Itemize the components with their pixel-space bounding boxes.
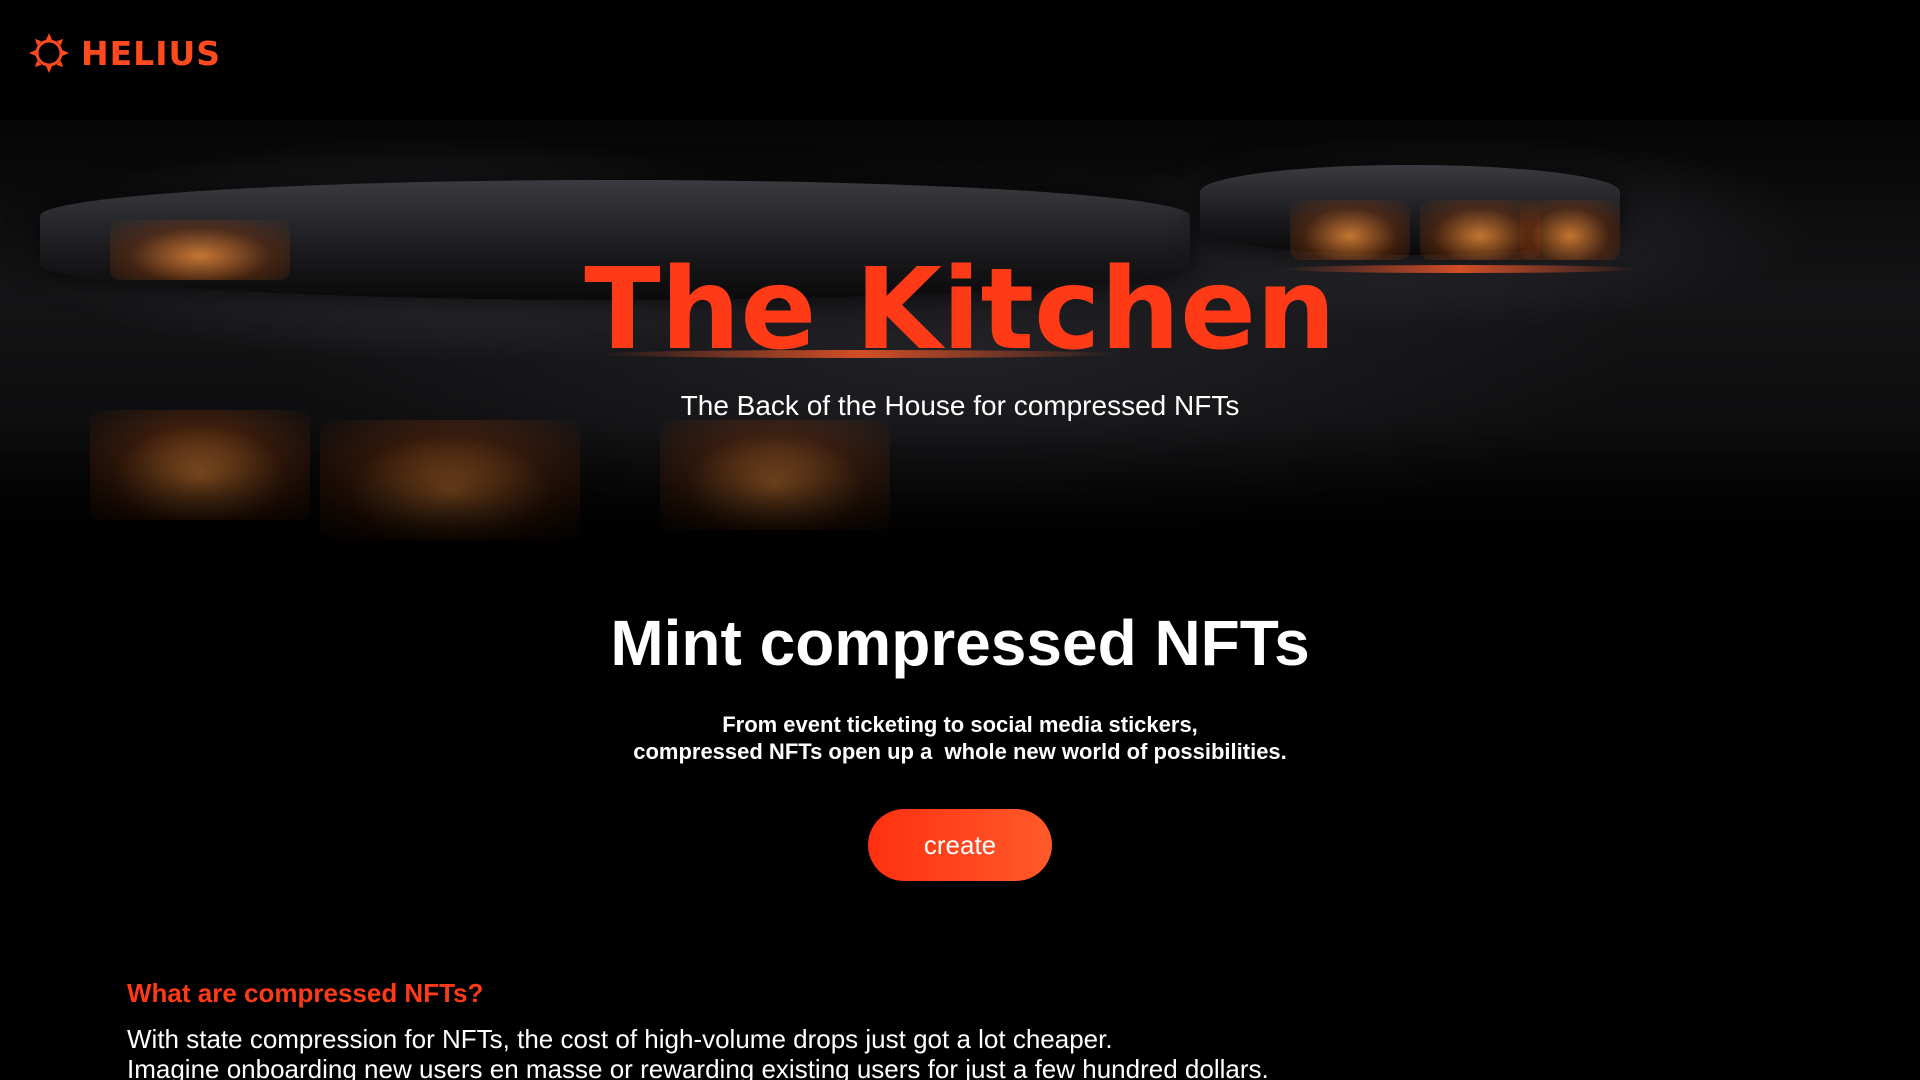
oven-light: [660, 420, 890, 530]
mint-heading: Mint compressed NFTs: [610, 607, 1310, 679]
oven-light: [320, 420, 580, 540]
faq-answer-line: With state compression for NFTs, the cos…: [127, 1024, 1113, 1054]
faq-answer: With state compression for NFTs, the cos…: [127, 1024, 1527, 1080]
mint-description-line: From event ticketing to social media sti…: [722, 712, 1198, 737]
create-button[interactable]: create: [868, 809, 1052, 881]
mint-description-line: compressed NFTs open up a whole new worl…: [633, 739, 1287, 764]
hero-subtitle: The Back of the House for compressed NFT…: [680, 390, 1240, 421]
faq-question: What are compressed NFTs?: [127, 978, 484, 1008]
oven-light: [90, 410, 310, 520]
brand-name: HELIUS: [81, 33, 222, 73]
hero-title: The Kitchen: [584, 245, 1336, 375]
page: HELIUS The Kitchen The Back of the House…: [0, 0, 1920, 1080]
helius-sunburst-icon: [29, 33, 69, 73]
header-logo[interactable]: HELIUS: [27, 30, 221, 76]
mint-description: From event ticketing to social media sti…: [0, 711, 1920, 765]
faq-answer-line: Imagine onboarding new users en masse or…: [127, 1054, 1269, 1080]
